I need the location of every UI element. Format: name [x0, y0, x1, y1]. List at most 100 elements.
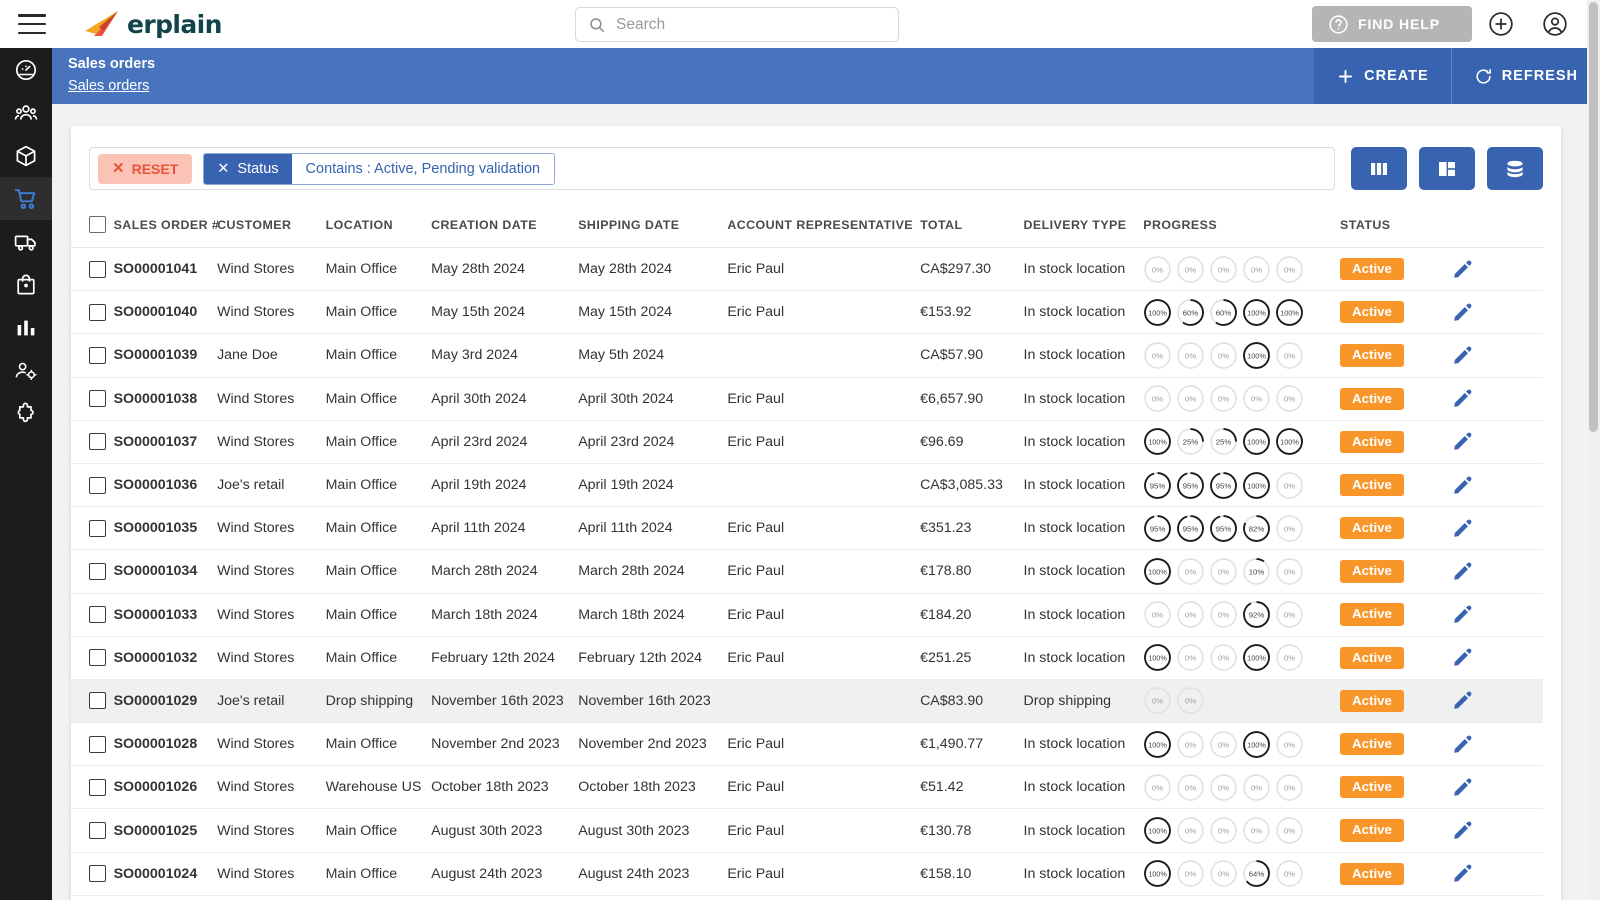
sidebar-item-reports[interactable] — [0, 306, 52, 349]
status-badge[interactable]: Active — [1340, 733, 1404, 756]
database-view-button[interactable] — [1487, 147, 1543, 190]
page-scrollbar[interactable] — [1587, 0, 1600, 900]
checkbox-unchecked-icon[interactable] — [89, 778, 106, 796]
status-badge[interactable]: Active — [1340, 819, 1404, 842]
column-header-status[interactable]: STATUS — [1340, 204, 1452, 248]
status-badge[interactable]: Active — [1340, 257, 1404, 281]
checkbox-unchecked-icon[interactable] — [89, 390, 106, 408]
pencil-edit-icon[interactable] — [1452, 259, 1473, 280]
pencil-edit-icon[interactable] — [1452, 345, 1473, 366]
search-input[interactable] — [616, 15, 866, 34]
table-row[interactable]: SO00001032 Wind Stores Main Office February… — [71, 636, 1543, 680]
status-badge[interactable]: Active — [1340, 473, 1404, 497]
checkbox-unchecked-icon[interactable] — [89, 562, 106, 580]
table-row[interactable]: SO00001035 Wind Stores Main Office April 11… — [71, 506, 1543, 551]
pencil-edit-icon[interactable] — [1452, 431, 1473, 452]
sidebar-item-purchases[interactable] — [0, 263, 52, 306]
status-badge[interactable]: Active — [1340, 689, 1404, 713]
checkbox-unchecked-icon[interactable] — [89, 260, 106, 278]
status-badge[interactable]: Active — [1340, 776, 1404, 799]
sidebar-item-integrations[interactable] — [0, 392, 52, 435]
checkbox-unchecked-icon[interactable] — [89, 649, 106, 667]
table-row[interactable]: SO00001039 Jane Doe Main Office May 3rd 202… — [71, 333, 1543, 378]
search-box[interactable] — [575, 7, 899, 42]
sidebar-item-settings[interactable] — [0, 349, 52, 392]
table-row[interactable]: SO00001037 Wind Stores Main Office April 23… — [71, 420, 1543, 464]
pencil-edit-icon[interactable] — [1452, 734, 1473, 755]
pencil-edit-icon[interactable] — [1452, 647, 1473, 668]
checkbox-unchecked-icon[interactable] — [89, 822, 106, 840]
table-row[interactable]: SO00001041 Wind Stores Main Office May 28th… — [71, 247, 1543, 292]
page-scrollbar-thumb[interactable] — [1589, 2, 1598, 432]
grid-view-button[interactable] — [1419, 147, 1475, 190]
pencil-edit-icon[interactable] — [1452, 777, 1473, 798]
column-view-button[interactable] — [1351, 147, 1407, 190]
checkbox-unchecked-icon[interactable] — [89, 433, 106, 451]
sidebar-item-sales-orders[interactable] — [0, 177, 52, 220]
sidebar-item-customers[interactable] — [0, 91, 52, 134]
checkbox-unchecked-icon[interactable] — [89, 303, 106, 321]
column-header-rep[interactable]: ACCOUNT REPRESENTATIVE — [727, 204, 921, 248]
status-badge[interactable]: Active — [1340, 560, 1404, 583]
table-row[interactable]: SO00001040 Wind Stores Main Office May 15th… — [71, 290, 1543, 335]
column-header-delivery[interactable]: DELIVERY TYPE — [1023, 204, 1144, 248]
checkbox-unchecked-icon[interactable] — [89, 519, 106, 537]
column-header-shipping[interactable]: SHIPPING DATE — [578, 204, 728, 248]
table-row[interactable]: SO00001034 Wind Stores Main Office March 28… — [71, 549, 1543, 594]
table-row[interactable]: SO00001029 Joe's retail Drop shipping Novem… — [71, 679, 1543, 724]
table-row[interactable]: SO00001026 Wind Stores Warehouse US October… — [71, 765, 1543, 810]
status-badge[interactable]: Active — [1340, 387, 1404, 410]
table-row[interactable]: SO00001036 Joe's retail Main Office April 1… — [71, 463, 1543, 508]
column-header-customer[interactable]: CUSTOMER — [217, 204, 326, 248]
breadcrumb[interactable]: Sales orders — [68, 75, 155, 97]
create-button[interactable]: CREATE — [1314, 48, 1451, 104]
plus-circle-icon[interactable] — [1488, 11, 1514, 37]
status-badge[interactable]: Active — [1340, 301, 1404, 324]
sidebar-item-products[interactable] — [0, 134, 52, 177]
table-row[interactable]: SO00001025 Wind Stores Main Office August 3… — [71, 808, 1543, 853]
find-help-button[interactable]: FIND HELP — [1312, 6, 1472, 42]
column-header-sales-order[interactable]: SALES ORDER # — [113, 204, 219, 248]
app-logo[interactable]: erplain — [82, 9, 222, 39]
select-all-checkbox[interactable] — [89, 216, 106, 233]
column-header-progress[interactable]: PROGRESS — [1143, 204, 1341, 248]
status-badge[interactable]: Active — [1340, 862, 1404, 885]
pencil-edit-icon[interactable] — [1452, 302, 1473, 323]
pencil-edit-icon[interactable] — [1452, 863, 1473, 884]
checkbox-unchecked-icon[interactable] — [89, 476, 106, 494]
hamburger-menu-icon[interactable] — [18, 14, 46, 34]
pencil-edit-icon[interactable] — [1452, 475, 1473, 496]
status-badge[interactable]: Active — [1340, 603, 1404, 626]
checkbox-unchecked-icon[interactable] — [89, 606, 106, 624]
pencil-edit-icon[interactable] — [1452, 820, 1473, 841]
table-row[interactable]: SO00001033 Wind Stores Main Office March 18… — [71, 593, 1543, 637]
column-header-location[interactable]: LOCATION — [325, 204, 432, 248]
table-row[interactable]: SO00001038 Wind Stores Main Office April 30… — [71, 377, 1543, 421]
pencil-edit-icon[interactable] — [1452, 518, 1473, 539]
pencil-edit-icon[interactable] — [1452, 690, 1473, 711]
status-badge[interactable]: Active — [1340, 344, 1404, 367]
sidebar-item-shipping[interactable] — [0, 220, 52, 263]
checkbox-unchecked-icon[interactable] — [89, 735, 106, 753]
column-header-total[interactable]: TOTAL — [920, 204, 1024, 248]
pencil-edit-icon[interactable] — [1452, 561, 1473, 582]
pencil-edit-icon[interactable] — [1452, 604, 1473, 625]
table-row[interactable]: SO00001028 Wind Stores Main Office November… — [71, 722, 1543, 767]
checkbox-unchecked-icon[interactable] — [89, 865, 106, 883]
checkbox-unchecked-icon[interactable] — [89, 692, 106, 710]
status-filter-value[interactable]: Contains : Active, Pending validation — [291, 153, 555, 184]
column-header-creation[interactable]: CREATION DATE — [431, 204, 579, 248]
status-filter-chip[interactable]: ✕ Status Contains : Active, Pending vali… — [203, 152, 556, 185]
status-filter-key[interactable]: ✕ Status — [204, 153, 292, 184]
status-badge[interactable]: Active — [1340, 430, 1404, 453]
status-badge[interactable]: Active — [1340, 517, 1404, 540]
close-x-icon[interactable]: ✕ — [217, 161, 229, 177]
pencil-edit-icon[interactable] — [1452, 388, 1473, 409]
table-row[interactable]: SO00001024 Wind Stores Main Office August 2… — [71, 852, 1543, 896]
user-circle-icon[interactable] — [1542, 11, 1568, 37]
sidebar-item-dashboard[interactable] — [0, 48, 52, 91]
refresh-button[interactable]: REFRESH — [1450, 48, 1600, 104]
reset-filters-button[interactable]: ✕ RESET — [98, 153, 193, 184]
status-badge[interactable]: Active — [1340, 646, 1404, 669]
checkbox-unchecked-icon[interactable] — [89, 346, 106, 364]
